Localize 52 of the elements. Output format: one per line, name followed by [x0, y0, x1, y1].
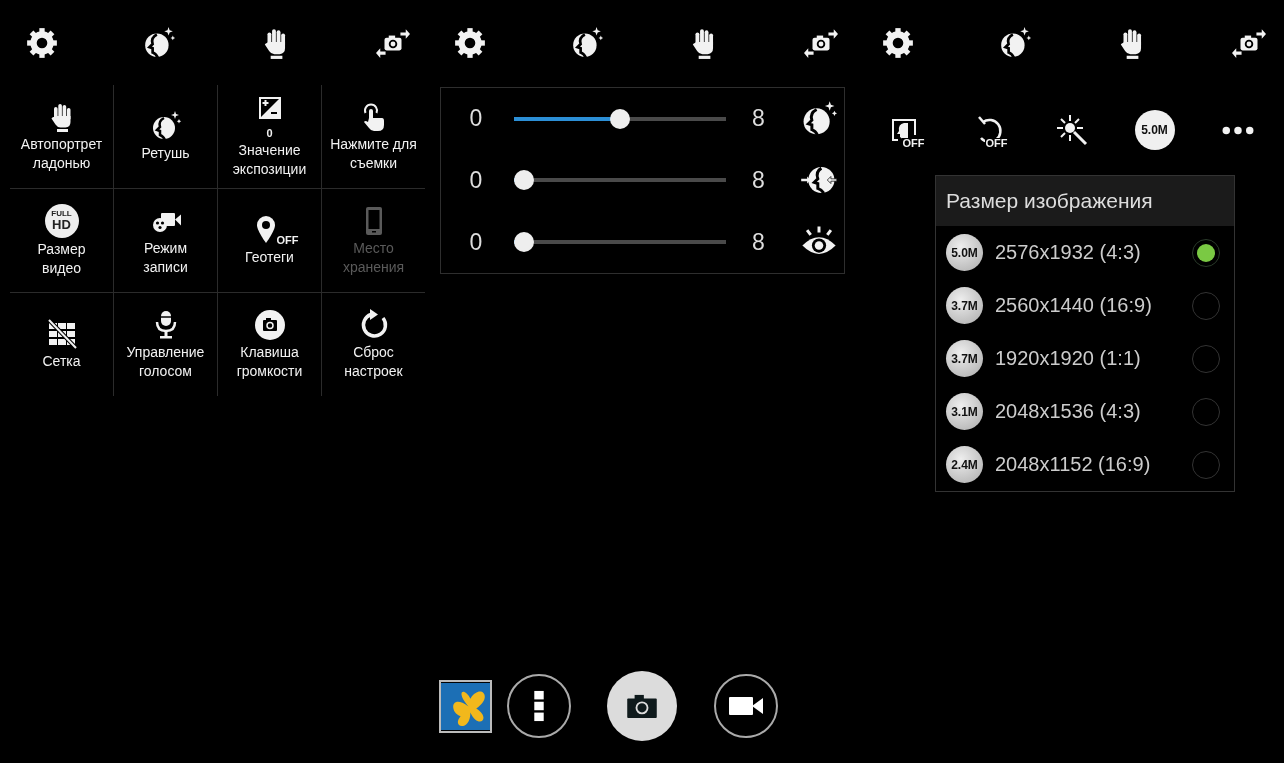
- settings-tile[interactable]: Сетка: [10, 293, 113, 396]
- more-button[interactable]: [1221, 125, 1254, 135]
- video-camera-icon: [728, 696, 763, 716]
- size-badge: 5.0M: [946, 234, 983, 271]
- settings-tile[interactable]: Автопортрет ладонью: [10, 85, 113, 188]
- timer-button[interactable]: OFF: [972, 114, 1005, 146]
- settings-tile[interactable]: Сброс настроек: [322, 293, 425, 396]
- size-badge: 3.7M: [946, 340, 983, 377]
- size-badge: 3.1M: [946, 393, 983, 430]
- slider[interactable]: [514, 170, 726, 191]
- settings-tile[interactable]: Управление голосом: [114, 293, 217, 396]
- face-sparkle-icon[interactable]: [142, 25, 176, 60]
- slider-max-label: 8: [751, 228, 766, 256]
- settings-tile[interactable]: OFF Геотеги: [218, 189, 321, 292]
- settings-tile[interactable]: FULL HD Размер видео: [10, 189, 113, 292]
- image-size-option[interactable]: 3.7M 2560x1440 (16:9): [936, 279, 1234, 332]
- image-size-option[interactable]: 2.4M 2048x1152 (16:9): [936, 438, 1234, 491]
- photo-placeholder: [440, 681, 490, 731]
- size-badge: 2.4M: [946, 446, 983, 483]
- slider[interactable]: [514, 232, 726, 253]
- slider-max-label: 8: [751, 105, 766, 133]
- slider[interactable]: [514, 108, 726, 129]
- full-hd-icon: FULL HD: [44, 203, 79, 238]
- more-icon: [1221, 125, 1254, 135]
- settings-tile[interactable]: Ретушь: [114, 85, 217, 188]
- slider-min-label: 0: [468, 228, 484, 256]
- settings-icon[interactable]: [453, 25, 487, 60]
- face-sparkle-icon[interactable]: [998, 25, 1032, 60]
- camera-icon: [253, 308, 286, 341]
- popup-title: Размер изображения: [936, 176, 1234, 226]
- face-sparkle-icon[interactable]: [570, 25, 604, 60]
- settings-tile[interactable]: Нажмите для съемки: [322, 85, 425, 188]
- settings-icon[interactable]: [25, 25, 59, 60]
- slider-min-label: 0: [468, 167, 484, 194]
- image-size-option[interactable]: 3.7M 1920x1920 (1:1): [936, 332, 1234, 385]
- image-size-button[interactable]: 5.0M: [1134, 110, 1175, 150]
- camera-icon: [626, 694, 657, 718]
- settings-tile[interactable]: Режим записи: [114, 189, 217, 292]
- slider-max-label: 8: [751, 167, 766, 194]
- gallery-thumbnail[interactable]: [438, 679, 492, 733]
- effects-button[interactable]: [1055, 114, 1088, 146]
- settings-tile[interactable]: Клавиша громкости: [218, 293, 321, 396]
- settings-tile[interactable]: 0 Значение экспозиции: [218, 85, 321, 188]
- image-size-option[interactable]: 5.0M 2576x1932 (4:3): [936, 226, 1234, 279]
- face-detection-button[interactable]: OFF: [889, 114, 922, 146]
- grid-off-icon: [45, 318, 78, 351]
- image-size-option[interactable]: 3.1M 2048x1536 (4:3): [936, 385, 1234, 438]
- settings-icon[interactable]: [881, 25, 915, 60]
- menu-dots-icon: [532, 690, 545, 722]
- slider-min-label: 0: [468, 105, 484, 133]
- magic-wand-icon: [1055, 114, 1088, 146]
- size-badge: 3.7M: [946, 287, 983, 324]
